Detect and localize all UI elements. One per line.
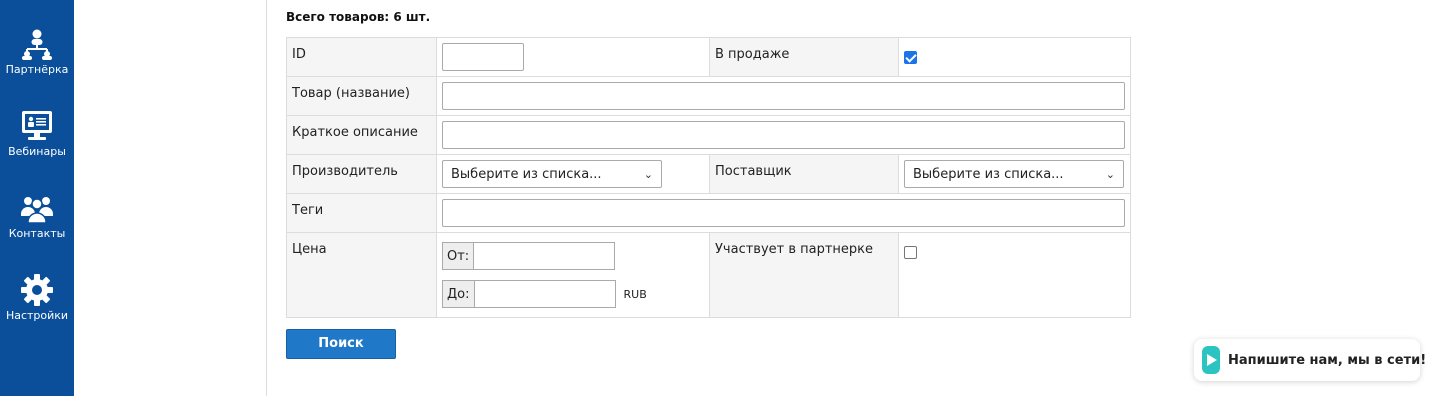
partner-network-icon: [22, 29, 52, 60]
sidebar-item-label: Вебинары: [8, 145, 66, 158]
short-description-label: Краткое описание: [286, 115, 437, 155]
chat-widget-text: Напишите нам, мы в сети!: [1228, 352, 1427, 368]
main-content: Всего товаров: 6 шт. ID В продаже Товар …: [286, 0, 1440, 396]
chevron-down-icon: ⌄: [643, 167, 653, 181]
secondary-panel: [74, 0, 267, 396]
price-from-prefix: От:: [442, 242, 474, 270]
manufacturer-selected: Выберите из списка...: [451, 166, 602, 182]
sidebar-item-partner[interactable]: Партнёрка: [0, 28, 74, 76]
sidebar-item-settings[interactable]: Настройки: [0, 274, 74, 322]
manufacturer-select[interactable]: Выберите из списка... ⌄: [442, 160, 662, 188]
search-button[interactable]: Поиск: [286, 329, 396, 359]
supplier-select[interactable]: Выберите из списка... ⌄: [904, 160, 1124, 188]
main-sidebar: Партнёрка Вебинары Контакты Настройки: [0, 0, 74, 396]
price-label: Цена: [286, 232, 437, 318]
price-from-group: От:: [442, 242, 704, 270]
webinar-screen-icon: [22, 111, 52, 140]
chat-bubble-icon: [1202, 346, 1220, 374]
price-to-group: До: RUB: [442, 280, 704, 308]
sidebar-item-label: Партнёрка: [5, 63, 69, 76]
sidebar-item-contacts[interactable]: Контакты: [0, 192, 74, 240]
manufacturer-label: Производитель: [286, 154, 437, 194]
gear-icon: [21, 274, 53, 306]
product-name-input[interactable]: [442, 82, 1125, 110]
tags-input[interactable]: [442, 199, 1125, 227]
sidebar-item-label: Настройки: [5, 309, 69, 322]
chevron-down-icon: ⌄: [1105, 167, 1115, 181]
affiliate-checkbox[interactable]: [904, 246, 917, 259]
id-input[interactable]: [442, 43, 524, 71]
price-from-input[interactable]: [473, 242, 616, 270]
contacts-group-icon: [21, 197, 53, 224]
id-label: ID: [286, 37, 437, 77]
sidebar-item-label: Контакты: [8, 227, 66, 240]
on-sale-label: В продаже: [709, 37, 899, 77]
supplier-label: Поставщик: [709, 154, 899, 194]
filter-form: ID В продаже Товар (название) Краткое оп…: [286, 37, 1131, 318]
supplier-selected: Выберите из списка...: [913, 166, 1064, 182]
tags-label: Теги: [286, 193, 437, 233]
chat-widget[interactable]: Напишите нам, мы в сети!: [1194, 339, 1426, 381]
price-to-prefix: До:: [442, 280, 474, 308]
short-description-input[interactable]: [442, 121, 1125, 149]
product-label: Товар (название): [286, 76, 437, 116]
currency-label: RUB: [623, 287, 647, 301]
sidebar-item-webinars[interactable]: Вебинары: [0, 110, 74, 158]
price-to-input[interactable]: [473, 280, 616, 308]
total-count: Всего товаров: 6 шт.: [286, 10, 431, 24]
on-sale-checkbox[interactable]: [904, 51, 917, 64]
affiliate-label: Участвует в партнерке: [709, 232, 899, 318]
